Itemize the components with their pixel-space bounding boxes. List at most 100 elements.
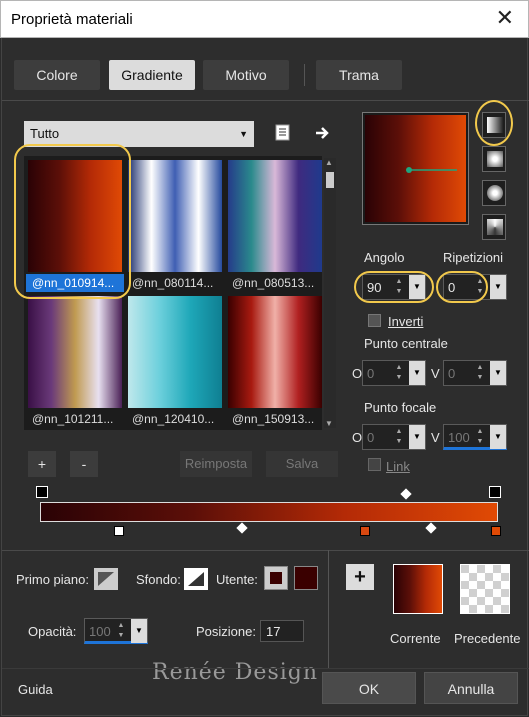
spinner-icon[interactable]: ▲ ▼: [472, 363, 488, 383]
focal-h-label: O: [352, 430, 363, 445]
scroll-thumb[interactable]: [326, 172, 334, 188]
chevron-down-icon[interactable]: ▼: [409, 425, 425, 449]
color-midpoint[interactable]: [425, 522, 437, 534]
center-point-label: Punto centrale: [364, 336, 448, 351]
dialog-body: Colore Gradiente Motivo Trama Tutto ▼ @n…: [1, 38, 529, 716]
chevron-down-icon[interactable]: ▼: [490, 425, 506, 449]
tab-gradiente[interactable]: Gradiente: [109, 60, 195, 90]
highlight-ring: [475, 100, 513, 146]
close-icon[interactable]: ✕: [496, 7, 514, 29]
tab-separator: [304, 64, 305, 86]
center-v-label: V: [431, 366, 440, 381]
sunburst-gradient-button[interactable]: [482, 180, 506, 206]
gradient-caption: @nn_010914...: [26, 274, 124, 292]
opacity-field[interactable]: 100 ▲ ▼ ▼: [84, 618, 148, 644]
link-label: Link: [386, 459, 410, 474]
gradient-caption: @nn_101211...: [32, 412, 114, 426]
gradient-swatch: [228, 160, 322, 272]
tab-trama[interactable]: Trama: [316, 60, 402, 90]
divider: [2, 550, 529, 551]
gradient-item[interactable]: @nn_010914...: [26, 158, 124, 292]
cancel-button[interactable]: Annulla: [424, 672, 518, 704]
user-color-swatch[interactable]: [294, 566, 318, 590]
gradient-caption: @nn_080114...: [132, 276, 214, 290]
window-title: Proprietà materiali: [11, 11, 133, 28]
current-label: Corrente: [390, 631, 441, 646]
spinner-icon[interactable]: ▲ ▼: [391, 427, 407, 447]
ok-button[interactable]: OK: [322, 672, 416, 704]
chevron-down-icon[interactable]: ▼: [409, 361, 425, 385]
save-button[interactable]: Salva: [266, 451, 338, 477]
reset-button[interactable]: Reimposta: [180, 451, 252, 477]
opacity-midpoint[interactable]: [400, 488, 412, 500]
opacity-label: Opacità:: [28, 624, 77, 639]
gradient-swatch: [28, 160, 122, 272]
gradient-item[interactable]: @nn_080513...: [226, 158, 324, 292]
chevron-down-icon[interactable]: ▼: [131, 619, 147, 643]
library-icon[interactable]: [274, 123, 292, 143]
invert-checkbox[interactable]: [368, 314, 381, 327]
spinner-icon[interactable]: ▲ ▼: [391, 363, 407, 383]
watermark: Renée Design: [152, 660, 319, 685]
add-swatch-button[interactable]: +: [346, 564, 374, 590]
color-stop[interactable]: [360, 526, 370, 536]
user-color-active[interactable]: [264, 566, 288, 590]
center-v-field[interactable]: 0 ▲ ▼ ▼: [443, 360, 507, 386]
separator: [328, 550, 329, 668]
gradient-item[interactable]: @nn_080114...: [126, 158, 224, 292]
highlight-ring: [354, 271, 434, 303]
focal-v-label: V: [431, 430, 440, 445]
gradient-preview[interactable]: [362, 112, 469, 225]
center-h-label: O: [352, 366, 363, 381]
user-label: Utente:: [216, 572, 258, 587]
opacity-stop-right[interactable]: [489, 486, 501, 498]
gradient-item[interactable]: @nn_101211...: [26, 294, 124, 428]
foreground-swatch[interactable]: [94, 568, 118, 590]
background-swatch[interactable]: [184, 568, 208, 590]
color-stop[interactable]: [491, 526, 501, 536]
repeats-label: Ripetizioni: [443, 250, 503, 265]
remove-gradient-button[interactable]: -: [70, 451, 98, 477]
previous-swatch[interactable]: [460, 564, 510, 614]
scroll-down-icon[interactable]: ▼: [325, 419, 333, 428]
divider: [2, 668, 529, 669]
link-checkbox[interactable]: [368, 458, 381, 471]
category-dropdown[interactable]: Tutto ▼: [24, 121, 254, 147]
chevron-down-icon[interactable]: ▼: [490, 361, 506, 385]
rectangular-gradient-button[interactable]: [482, 146, 506, 172]
gradient-item[interactable]: @nn_120410...: [126, 294, 224, 428]
gradient-caption: @nn_150913...: [232, 412, 315, 426]
gradient-caption: @nn_080513...: [232, 276, 315, 290]
scroll-up-icon[interactable]: ▲: [325, 158, 333, 167]
arrow-right-icon[interactable]: [314, 124, 332, 142]
focal-v-field[interactable]: 100 ▲ ▼ ▼: [443, 424, 507, 450]
gradient-swatch: [128, 160, 222, 272]
previous-label: Precedente: [454, 631, 521, 646]
highlight-ring: [436, 271, 488, 303]
divider: [2, 100, 529, 101]
opacity-stop-left[interactable]: [36, 486, 48, 498]
chevron-down-icon[interactable]: ▼: [490, 275, 506, 299]
angle-label: Angolo: [364, 250, 405, 265]
gradient-swatch: [28, 296, 122, 408]
tab-colore[interactable]: Colore: [14, 60, 100, 90]
center-h-field[interactable]: 0 ▲ ▼ ▼: [362, 360, 426, 386]
tab-motivo[interactable]: Motivo: [203, 60, 289, 90]
radial-gradient-button[interactable]: [482, 214, 506, 240]
color-stop[interactable]: [114, 526, 124, 536]
help-link[interactable]: Guida: [18, 682, 53, 697]
current-swatch[interactable]: [393, 564, 443, 614]
spinner-icon[interactable]: ▲ ▼: [113, 621, 129, 641]
position-field[interactable]: 17: [260, 620, 304, 642]
focal-point-label: Punto focale: [364, 400, 437, 415]
gradient-caption: @nn_120410...: [132, 412, 215, 426]
library-scrollbar[interactable]: ▲ ▼: [324, 158, 336, 428]
gradient-bar[interactable]: [40, 502, 498, 522]
color-midpoint[interactable]: [236, 522, 248, 534]
spinner-icon[interactable]: ▲ ▼: [472, 427, 488, 447]
gradient-swatch: [128, 296, 222, 408]
category-value: Tutto: [30, 126, 60, 141]
add-gradient-button[interactable]: +: [28, 451, 56, 477]
gradient-item[interactable]: @nn_150913...: [226, 294, 324, 428]
focal-h-field[interactable]: 0 ▲ ▼ ▼: [362, 424, 426, 450]
